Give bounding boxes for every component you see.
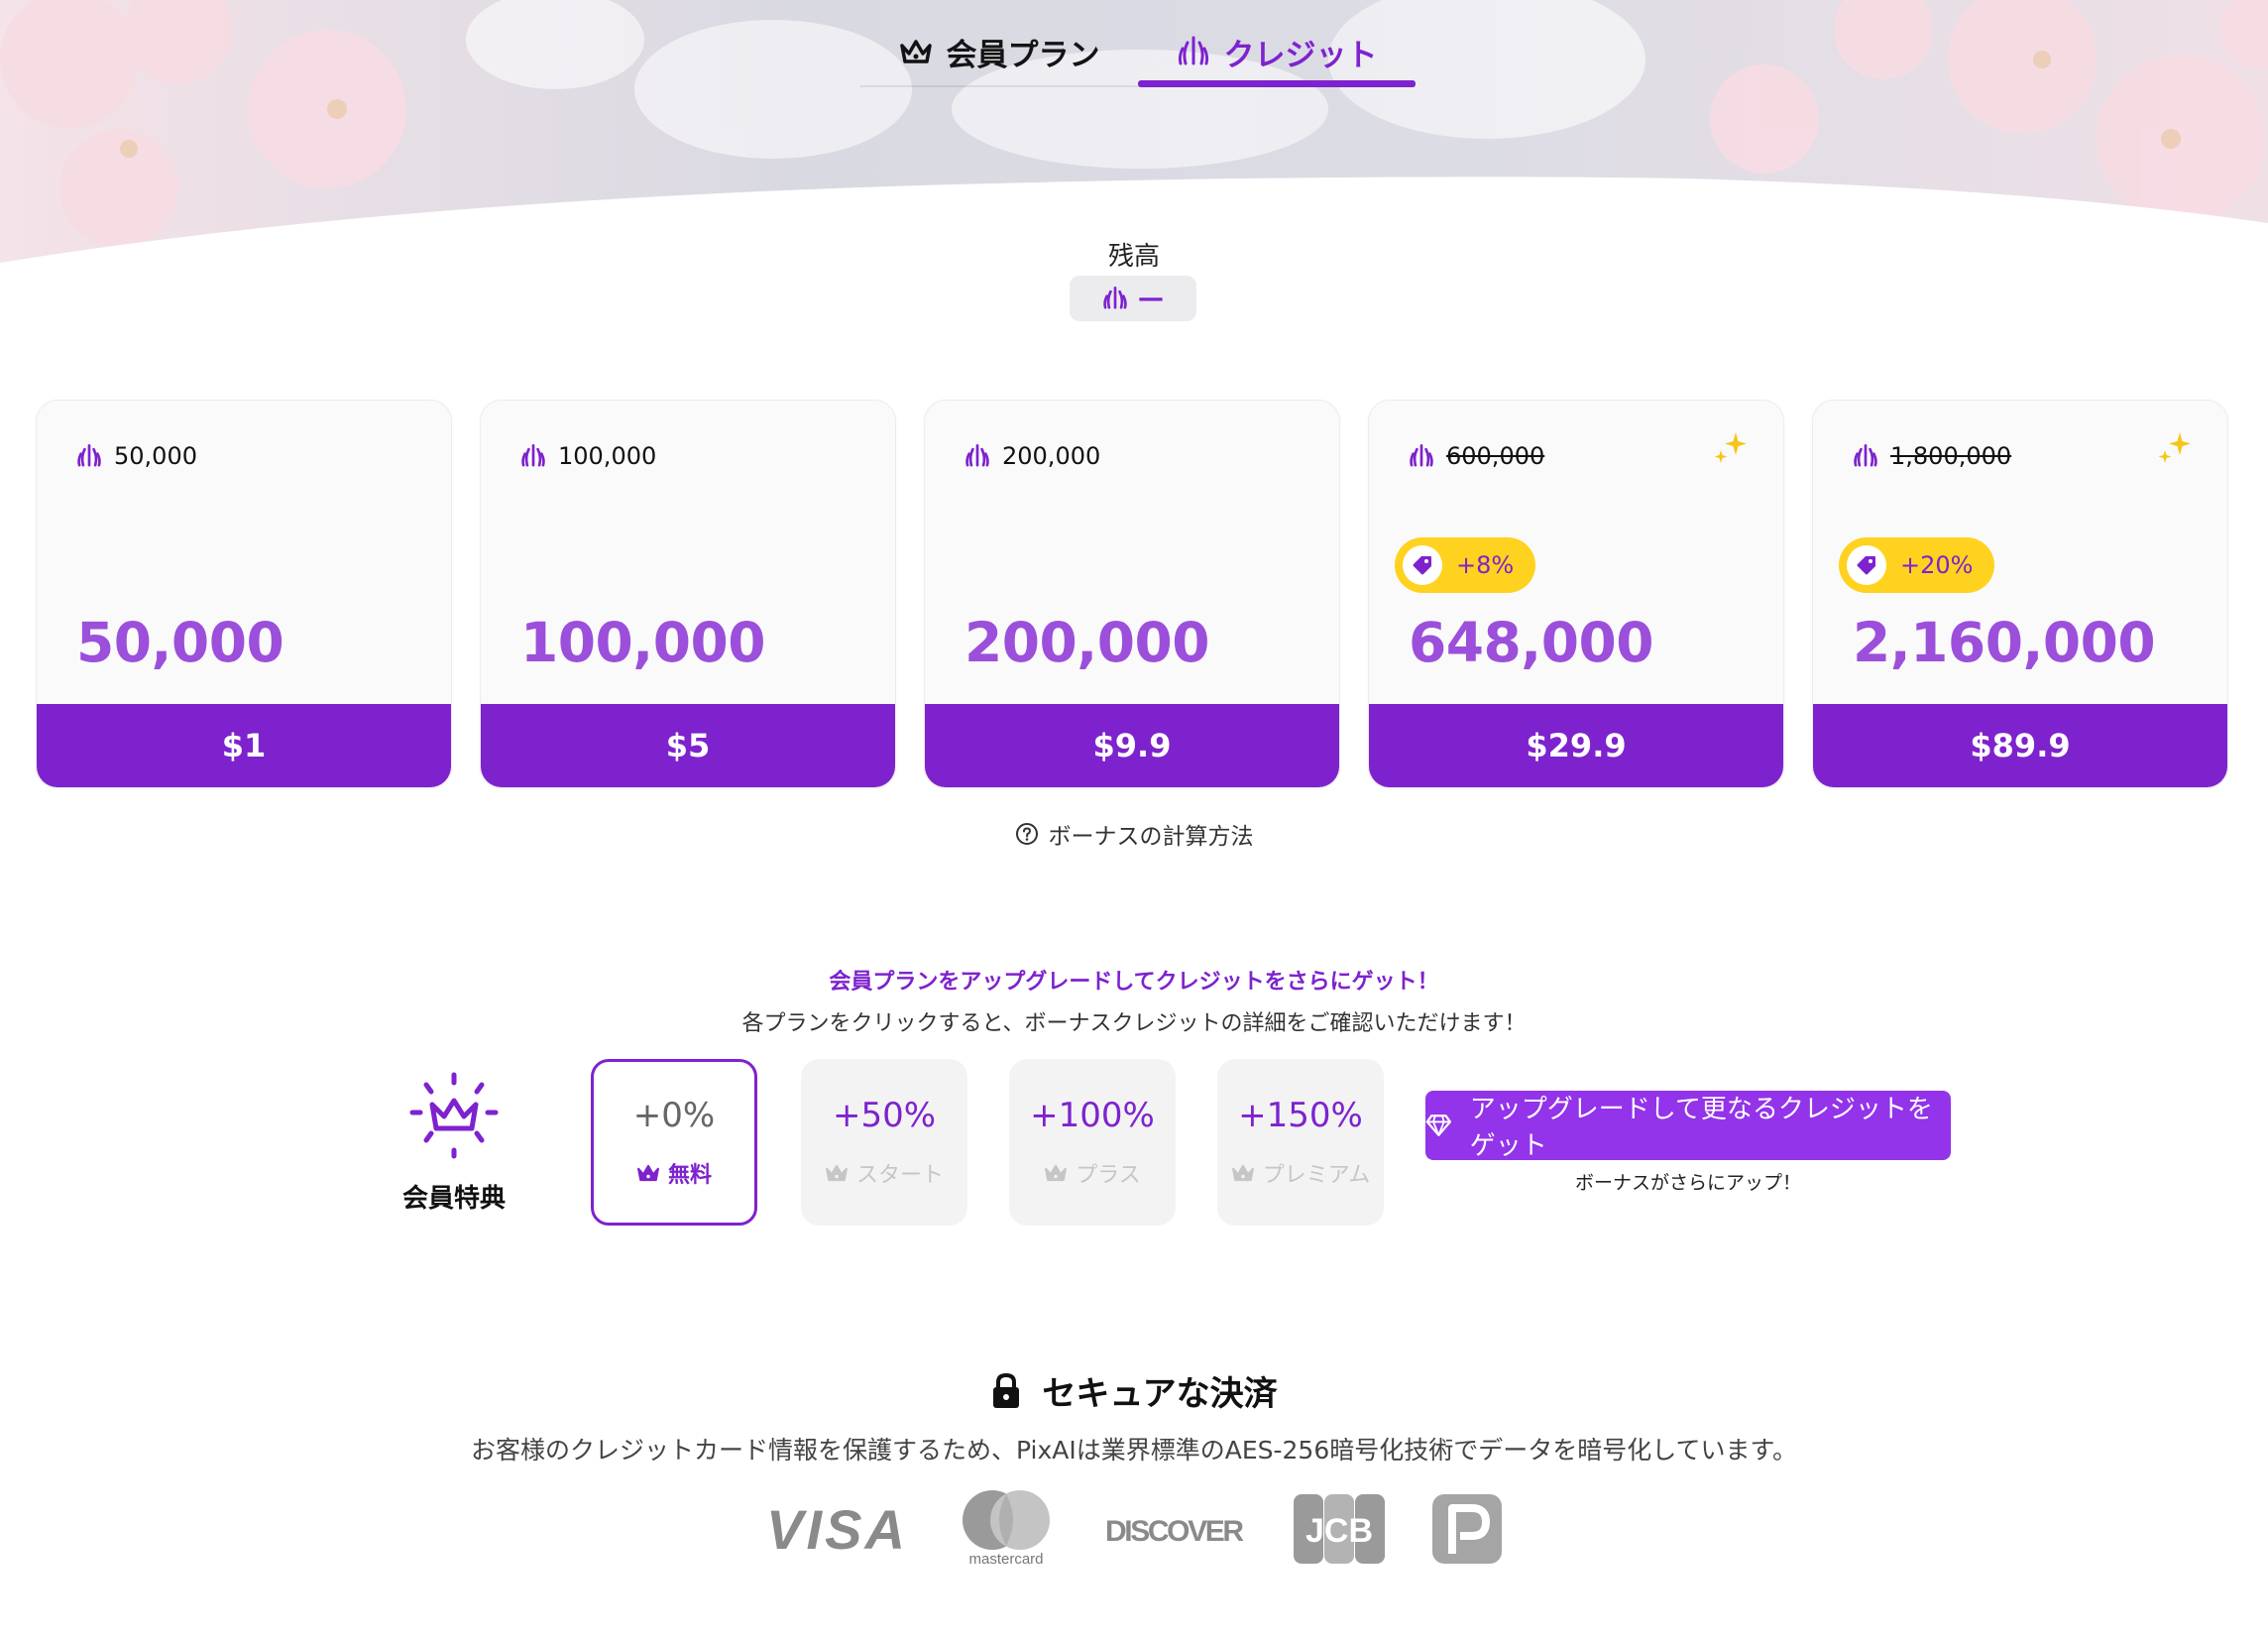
svg-text:DISCOVER: DISCOVER [1105,1515,1244,1548]
tab-credits[interactable]: クレジット [1138,18,1416,87]
question-icon [1015,823,1038,845]
upgrade-button[interactable]: アップグレードして更なるクレジットをゲット [1425,1091,1951,1161]
svg-text:PayPay: PayPay [1465,1559,1469,1561]
crown-icon [899,40,932,63]
package-total: 648,000 [1409,611,1654,674]
credit-icon [1103,286,1127,309]
package-amount-text: 1,800,000 [1890,442,2012,470]
package-total: 50,000 [76,611,284,674]
bonus-badge: +8% [1395,537,1536,593]
tag-icon [1403,545,1442,585]
crown-icon [1231,1164,1254,1182]
credit-icon [521,443,545,467]
credit-icon [965,443,989,467]
tier-plus[interactable]: +100% プラス [1009,1059,1176,1226]
jcb-logo: JCB [1294,1493,1385,1564]
svg-text:VISA: VISA [766,1501,905,1557]
credit-package-card[interactable]: 600,000 +8% 648,000 $29.9 [1368,400,1784,788]
tier-bonus-percent: +150% [1238,1096,1363,1135]
bonus-badge: +20% [1839,537,1995,593]
balance-label: 残高 [1107,242,1160,272]
upgrade-button-label: アップグレードして更なるクレジットをゲット [1469,1095,1933,1161]
discover-logo: DISCOVER [1105,1509,1246,1549]
credit-package-card[interactable]: 1,800,000 +20% 2,160,000 $89.9 [1812,400,2228,788]
package-base-amount: 600,000 [1409,442,1544,470]
paypay-logo: PayPay [1432,1493,1502,1564]
tier-name: プレミアム [1231,1157,1370,1189]
sparkle-icon [2158,432,2191,463]
payment-logos: VISA mastercard DISCOVER JCB PayPay [0,1489,2268,1568]
crown-icon [1045,1164,1068,1182]
credit-package-card[interactable]: 200,000 200,000 $9.9 [924,400,1340,788]
visa-logo: VISA [766,1501,907,1557]
package-base-amount: 1,800,000 [1853,442,2011,470]
secure-payment-title: セキュアな決済 [1042,1374,1278,1414]
tier-premium[interactable]: +150% プレミアム [1217,1059,1384,1226]
package-price-button[interactable]: $29.9 [1369,704,1783,787]
tier-bonus-percent: +100% [1030,1096,1155,1135]
package-amount-text: 50,000 [114,442,197,470]
balance-value-pill: — [1070,276,1196,321]
tier-free[interactable]: +0% 無料 [591,1059,757,1226]
credit-package-card[interactable]: 100,000 100,000 $5 [480,400,896,788]
tab-credits-label: クレジット [1223,37,1378,73]
package-price-button[interactable]: $9.9 [925,704,1339,787]
diamond-icon [1425,1114,1452,1136]
tag-icon [1847,545,1886,585]
member-perk-emblem [395,1071,513,1164]
upgrade-note: ボーナスがさらにアップ！ [1574,1172,1801,1194]
sparkle-icon [1714,432,1747,463]
tier-name: スタート [825,1157,944,1189]
bonus-calc-link[interactable]: ボーナスの計算方法 [0,817,2268,851]
credit-icon [1854,443,1877,467]
membership-upsell-title: 会員プランをアップグレードしてクレジットをさらにゲット！ [829,970,1439,995]
package-total: 100,000 [520,611,766,674]
tier-start[interactable]: +50% スタート [801,1059,967,1226]
bonus-percent: +8% [1456,551,1515,579]
package-amount-text: 100,000 [558,442,657,470]
tier-name-text: プラス [1076,1163,1141,1188]
package-base-amount: 100,000 [520,442,656,470]
package-price-button[interactable]: $5 [481,704,895,787]
package-total: 200,000 [964,611,1210,674]
credit-icon [1178,36,1208,65]
membership-upsell-subtitle: 各プランをクリックすると、ボーナスクレジットの詳細をご確認いただけます！ [741,1011,1527,1036]
package-amount-text: 600,000 [1446,442,1545,470]
mastercard-logo: mastercard [955,1489,1058,1568]
package-amount-text: 200,000 [1002,442,1101,470]
bonus-calc-label: ボーナスの計算方法 [1048,824,1254,850]
svg-text:JCB: JCB [1305,1512,1373,1550]
lock-icon [993,1372,1020,1408]
tier-bonus-percent: +0% [632,1096,716,1135]
tier-name: 無料 [636,1157,712,1189]
credit-package-list: 50,000 50,000 $1 100,000 100,000 $5 200,… [36,400,2230,788]
crown-icon [637,1164,659,1182]
tier-name-text: 無料 [667,1163,712,1188]
tab-membership[interactable]: 会員プラン [860,18,1138,85]
crown-burst-icon [409,1072,499,1159]
tab-membership-label: 会員プラン [946,37,1100,73]
tab-bar: 会員プラン クレジット [860,18,1416,87]
package-price-button[interactable]: $89.9 [1813,704,2227,787]
member-perk-label: 会員特典 [401,1184,506,1214]
tier-name: プラス [1044,1157,1141,1189]
package-price-button[interactable]: $1 [37,704,451,787]
bonus-percent: +20% [1900,551,1974,579]
tier-name-text: プレミアム [1262,1163,1371,1188]
crown-icon [826,1164,848,1182]
balance-value: — [1138,284,1164,313]
tier-name-text: スタート [855,1163,944,1188]
credit-icon [1410,443,1433,467]
secure-payment-description: お客様のクレジットカード情報を保護するため、PixAIは業界標準のAES-256… [470,1436,1797,1465]
package-total: 2,160,000 [1853,611,2156,674]
tier-bonus-percent: +50% [832,1096,937,1135]
credit-icon [77,443,101,467]
credit-package-card[interactable]: 50,000 50,000 $1 [36,400,452,788]
package-base-amount: 200,000 [964,442,1100,470]
package-base-amount: 50,000 [76,442,197,470]
secure-payment-heading: セキュアな決済 [0,1366,2268,1415]
